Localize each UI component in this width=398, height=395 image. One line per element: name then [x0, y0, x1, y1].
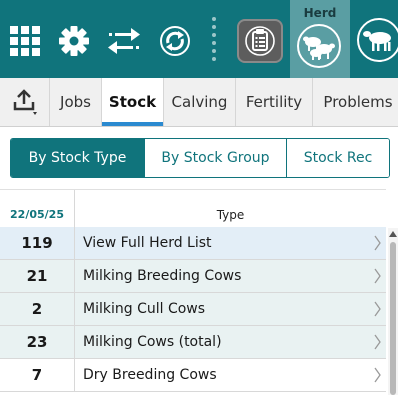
row-label: Milking Cows (total) — [83, 334, 222, 350]
tab-problems-label: Problems — [323, 93, 393, 111]
section-tabs: Jobs Stock Calving Fertility Problems — [0, 78, 398, 127]
table-row[interactable]: 7 Dry Breeding Cows — [0, 359, 386, 392]
herd-icon — [297, 24, 341, 68]
tab-stock[interactable]: Stock — [102, 78, 164, 126]
scroll-up-icon[interactable] — [389, 230, 397, 238]
sync-icon[interactable] — [157, 24, 193, 58]
top-toolbar: Herd — [0, 0, 398, 78]
row-count: 2 — [0, 293, 75, 325]
chevron-right-icon — [374, 301, 381, 317]
table-row[interactable]: 21 Milking Breeding Cows — [0, 260, 386, 293]
stock-type-list: 119 View Full Herd List 21 Milking Breed… — [0, 227, 386, 392]
chevron-right-icon — [374, 235, 381, 251]
row-label: View Full Herd List — [83, 235, 212, 251]
row-count: 119 — [0, 227, 75, 259]
tab-jobs[interactable]: Jobs — [50, 78, 102, 126]
clipboard-list-icon[interactable] — [237, 19, 283, 63]
tab-calving-label: Calving — [171, 93, 228, 111]
tab-stock-label: Stock — [108, 93, 157, 111]
export-upload-icon[interactable] — [0, 78, 50, 126]
tab-fertility-label: Fertility — [245, 93, 303, 111]
cow-icon[interactable] — [357, 18, 398, 62]
by-stock-group-button[interactable]: By Stock Group — [145, 139, 287, 177]
by-stock-group-label: By Stock Group — [161, 150, 270, 166]
list-scrollbar[interactable] — [388, 228, 398, 395]
table-row[interactable]: 2 Milking Cull Cows — [0, 293, 386, 326]
row-count: 21 — [0, 260, 75, 292]
tab-fertility[interactable]: Fertility — [236, 78, 313, 126]
herd-tab[interactable]: Herd — [290, 0, 350, 78]
scrollbar-thumb[interactable] — [390, 242, 396, 395]
stock-view-toggle: By Stock Type By Stock Group Stock Rec — [10, 138, 390, 178]
stock-rec-button[interactable]: Stock Rec — [287, 139, 389, 177]
by-stock-type-label: By Stock Type — [28, 150, 127, 166]
herd-tab-label: Herd — [303, 6, 337, 20]
grid-icon[interactable] — [8, 24, 42, 58]
type-column-header: Type — [216, 208, 245, 222]
by-stock-type-button[interactable]: By Stock Type — [11, 139, 145, 177]
row-count: 7 — [0, 359, 75, 391]
table-header: 22/05/25 Type — [0, 189, 386, 227]
transfer-arrows-icon[interactable] — [106, 24, 142, 58]
gear-icon[interactable] — [56, 23, 92, 59]
chevron-right-icon — [374, 367, 381, 383]
row-label: Dry Breeding Cows — [83, 367, 217, 383]
date-column-header[interactable]: 22/05/25 — [0, 190, 75, 227]
tab-calving[interactable]: Calving — [164, 78, 236, 126]
table-row[interactable]: 23 Milking Cows (total) — [0, 326, 386, 359]
chevron-right-icon — [374, 334, 381, 350]
more-vertical-icon[interactable] — [207, 14, 221, 68]
row-label: Milking Breeding Cows — [83, 268, 242, 284]
chevron-right-icon — [374, 268, 381, 284]
tab-problems[interactable]: Problems — [313, 78, 398, 126]
row-label: Milking Cull Cows — [83, 301, 206, 317]
tab-jobs-label: Jobs — [60, 93, 91, 111]
row-count: 23 — [0, 326, 75, 358]
table-row[interactable]: 119 View Full Herd List — [0, 227, 386, 260]
stock-rec-label: Stock Rec — [303, 150, 373, 166]
